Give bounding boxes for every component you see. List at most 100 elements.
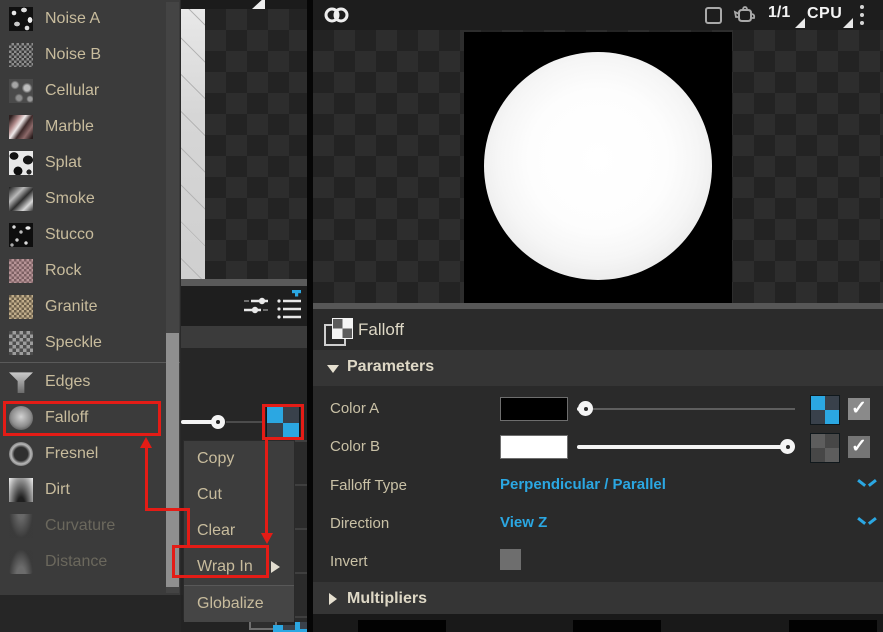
direction-value[interactable]: View Z	[500, 514, 547, 531]
render-device-button[interactable]: CPU	[807, 5, 842, 23]
partial-map-icon	[273, 625, 295, 632]
dropdown-corner-icon[interactable]	[795, 18, 805, 28]
dropdown-corner-icon[interactable]	[843, 18, 853, 28]
menu-item-distance: Distance	[0, 544, 180, 580]
annotation-box-falloff	[3, 401, 161, 436]
invert-checkbox[interactable]	[500, 549, 521, 570]
menu-item-speckle[interactable]: Speckle	[0, 325, 180, 361]
dropdown-corner-icon	[252, 0, 265, 9]
menu-item-rock[interactable]: Rock	[0, 253, 180, 289]
viewport-toolbar: 1/1 CPU	[313, 0, 883, 30]
filter-icon[interactable]	[243, 294, 269, 318]
partial-slider-handle[interactable]	[211, 415, 225, 429]
color-b-label: Color B	[330, 438, 380, 455]
parameters-section-header[interactable]: Parameters	[313, 350, 883, 387]
material-toolbar	[181, 286, 307, 326]
color-a-map-icon[interactable]	[810, 395, 840, 425]
transparency-checker-background	[205, 9, 307, 279]
menu-item-label: Noise A	[45, 10, 100, 28]
menu-item-marble[interactable]: Marble	[0, 109, 180, 145]
expand-arrow-icon	[329, 593, 337, 605]
falloff-inspector-panel: 1/1 CPU Falloff Parameters Color A Color…	[313, 0, 883, 632]
link-icon[interactable]	[324, 4, 350, 26]
annotation-line	[265, 438, 268, 533]
stucco-thumbnail	[9, 223, 33, 247]
menu-item-label: Curvature	[45, 517, 115, 535]
annotation-line	[145, 508, 190, 511]
color-b-slider-handle[interactable]	[780, 439, 795, 454]
speckle-thumbnail	[9, 331, 33, 355]
context-menu-item-cut[interactable]: Cut	[184, 477, 294, 513]
annotation-line	[145, 447, 148, 511]
falloff-type-value[interactable]: Perpendicular / Parallel	[500, 476, 666, 493]
menu-item-label: Rock	[45, 262, 81, 280]
context-menu-item-copy[interactable]: Copy	[184, 441, 294, 477]
menu-item-cellular[interactable]: Cellular	[0, 73, 180, 109]
granite-thumbnail	[9, 295, 33, 319]
menu-item-label: Splat	[45, 154, 81, 172]
color-a-slider-handle[interactable]	[578, 401, 593, 416]
distance-thumbnail	[9, 550, 33, 574]
menu-item-noise-a[interactable]: Noise A	[0, 1, 180, 37]
marble-thumbnail	[9, 115, 33, 139]
color-a-swatch[interactable]	[500, 397, 568, 421]
map-icon	[324, 318, 354, 344]
kebab-menu-icon[interactable]	[860, 5, 864, 25]
frame-icon[interactable]	[705, 7, 722, 24]
menu-item-stucco[interactable]: Stucco	[0, 217, 180, 253]
annotation-box-wrap-in	[172, 545, 269, 578]
inspector-title: Falloff	[358, 320, 404, 340]
menu-item-noise-b[interactable]: Noise B	[0, 37, 180, 73]
context-item-label: Cut	[197, 486, 222, 504]
section-strip	[181, 326, 307, 348]
inspector-header: Falloff	[313, 309, 883, 351]
menu-item-dirt[interactable]: Dirt	[0, 472, 180, 508]
color-a-checkbox[interactable]	[848, 398, 870, 420]
partial-slider-fill	[181, 420, 215, 424]
color-b-row: Color B	[313, 428, 883, 466]
context-menu-item-globalize[interactable]: Globalize	[184, 586, 294, 622]
menu-item-label: Stucco	[45, 226, 94, 244]
menu-item-label: Noise B	[45, 46, 101, 64]
menu-item-edges[interactable]: Edges	[0, 364, 180, 400]
texture-preview-area	[313, 30, 883, 303]
color-b-checkbox[interactable]	[848, 436, 870, 458]
color-b-map-icon[interactable]	[810, 433, 840, 463]
dirt-thumbnail	[9, 478, 33, 502]
partial-slider-track[interactable]	[226, 421, 262, 423]
teapot-icon[interactable]	[733, 5, 757, 25]
fresnel-thumbnail	[9, 442, 33, 466]
add-layer-icon[interactable]	[277, 290, 303, 320]
color-a-row: Color A	[313, 390, 883, 428]
menu-item-label: Fresnel	[45, 445, 98, 463]
menu-item-label: Dirt	[45, 481, 70, 499]
chevron-down-icon[interactable]	[859, 517, 875, 527]
context-item-label: Globalize	[197, 595, 264, 613]
color-b-swatch[interactable]	[500, 435, 568, 459]
color-a-label: Color A	[330, 400, 379, 417]
menu-item-smoke[interactable]: Smoke	[0, 181, 180, 217]
submenu-arrow-icon	[271, 561, 280, 573]
color-b-slider-fill	[577, 445, 787, 449]
menu-item-granite[interactable]: Granite	[0, 289, 180, 325]
hidden-parameter-rows	[295, 440, 307, 632]
smoke-thumbnail	[9, 187, 33, 211]
color-a-slider-track[interactable]	[577, 408, 795, 410]
menu-item-fresnel[interactable]: Fresnel	[0, 436, 180, 472]
frame-ratio-button[interactable]: 1/1	[768, 4, 790, 22]
noise-b-thumbnail	[9, 43, 33, 67]
section-label: Multipliers	[347, 590, 427, 608]
invert-label: Invert	[330, 553, 368, 570]
edges-thumbnail	[9, 370, 33, 394]
falloff-type-label: Falloff Type	[330, 477, 407, 494]
context-menu-item-clear[interactable]: Clear	[184, 513, 294, 549]
menu-item-splat[interactable]: Splat	[0, 145, 180, 181]
menu-item-label: Speckle	[45, 334, 102, 352]
rock-thumbnail	[9, 259, 33, 283]
preview-render	[464, 32, 732, 303]
annotation-arrow-down	[261, 533, 273, 544]
menu-item-label: Smoke	[45, 190, 95, 208]
chevron-down-icon[interactable]	[859, 479, 875, 489]
falloff-type-row: Falloff Type Perpendicular / Parallel	[313, 467, 883, 505]
menu-item-label: Marble	[45, 118, 94, 136]
